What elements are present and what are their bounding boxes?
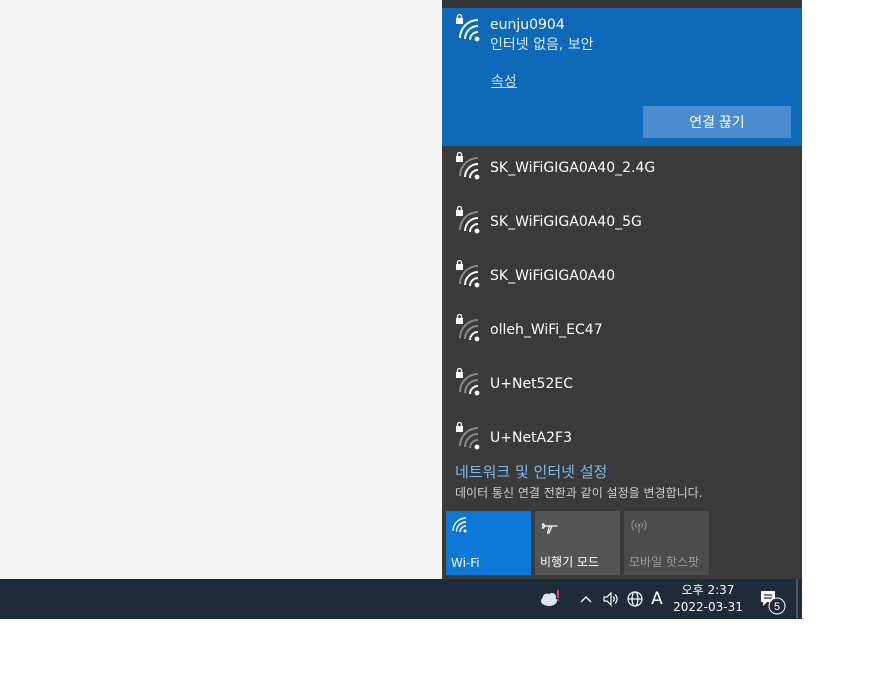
- wifi-toggle-tile[interactable]: Wi-Fi: [446, 511, 531, 575]
- connection-status: 인터넷 없음, 보안: [490, 37, 594, 53]
- notification-count-badge: 5: [767, 596, 787, 620]
- airplane-mode-tile[interactable]: 비행기 모드: [535, 511, 620, 575]
- volume-icon[interactable]: [600, 579, 622, 619]
- network-name: olleh_WiFi_EC47: [490, 322, 603, 338]
- show-desktop-edge[interactable]: [796, 579, 798, 619]
- ime-indicator[interactable]: A: [647, 579, 667, 619]
- network-settings-description: 데이터 통신 연결 전환과 같이 설정을 변경합니다.: [455, 486, 703, 500]
- network-item[interactable]: SK_WiFiGIGA0A40_2.4G: [442, 148, 802, 202]
- wifi-lock-icon: [454, 421, 482, 458]
- connected-ssid: eunju0904: [490, 17, 565, 33]
- network-settings-link[interactable]: 네트워크 및 인터넷 설정: [455, 461, 607, 482]
- chevron-up-icon[interactable]: [576, 579, 596, 619]
- network-flyout: eunju0904 인터넷 없음, 보안 속성 연결 끊기 SK_WiFiGIG…: [442, 0, 802, 579]
- network-item[interactable]: SK_WiFiGIGA0A40_5G: [442, 202, 802, 256]
- clock-time: 오후 2:37: [681, 583, 735, 597]
- wifi-lock-icon: [454, 259, 482, 296]
- disconnect-button[interactable]: 연결 끊기: [643, 106, 791, 138]
- background-window: [0, 0, 442, 579]
- airplane-icon: [541, 517, 559, 539]
- wifi-tile-label: Wi-Fi: [451, 556, 480, 570]
- wifi-lock-icon: [454, 367, 482, 404]
- wifi-lock-icon: [454, 13, 482, 50]
- network-item[interactable]: SK_WiFiGIGA0A40: [442, 256, 802, 310]
- wifi-icon: [452, 517, 468, 537]
- connected-network[interactable]: eunju0904 인터넷 없음, 보안 속성 연결 끊기: [442, 8, 802, 146]
- hotspot-tile-label: 모바일 핫스팟: [629, 555, 700, 569]
- wifi-lock-icon: [454, 313, 482, 350]
- network-name: U+NetA2F3: [490, 430, 572, 446]
- airplane-tile-label: 비행기 모드: [540, 555, 600, 569]
- network-item[interactable]: U+Net52EC: [442, 364, 802, 418]
- clock-date: 2022-03-31: [673, 600, 743, 614]
- network-item[interactable]: olleh_WiFi_EC47: [442, 310, 802, 364]
- network-list: SK_WiFiGIGA0A40_2.4G SK_WiFiGIGA0A40_5G: [442, 148, 802, 472]
- notification-count: 5: [774, 601, 780, 613]
- weather-alert-icon[interactable]: [536, 579, 566, 619]
- network-name: SK_WiFiGIGA0A40_2.4G: [490, 160, 656, 176]
- network-name: SK_WiFiGIGA0A40: [490, 268, 616, 284]
- taskbar: A 오후 2:37 2022-03-31: [0, 579, 802, 619]
- screen: eunju0904 인터넷 없음, 보안 속성 연결 끊기 SK_WiFiGIG…: [0, 0, 872, 680]
- mobile-hotspot-tile[interactable]: 모바일 핫스팟: [624, 511, 709, 575]
- wifi-lock-icon: [454, 205, 482, 242]
- properties-link[interactable]: 속성: [491, 71, 517, 91]
- network-name: U+Net52EC: [490, 376, 573, 392]
- globe-network-icon[interactable]: [624, 579, 646, 619]
- network-name: SK_WiFiGIGA0A40_5G: [490, 214, 642, 230]
- clock[interactable]: 오후 2:37 2022-03-31: [668, 582, 748, 616]
- flyout-top-edge: [442, 0, 802, 8]
- hotspot-icon: [630, 517, 648, 539]
- wifi-lock-icon: [454, 151, 482, 188]
